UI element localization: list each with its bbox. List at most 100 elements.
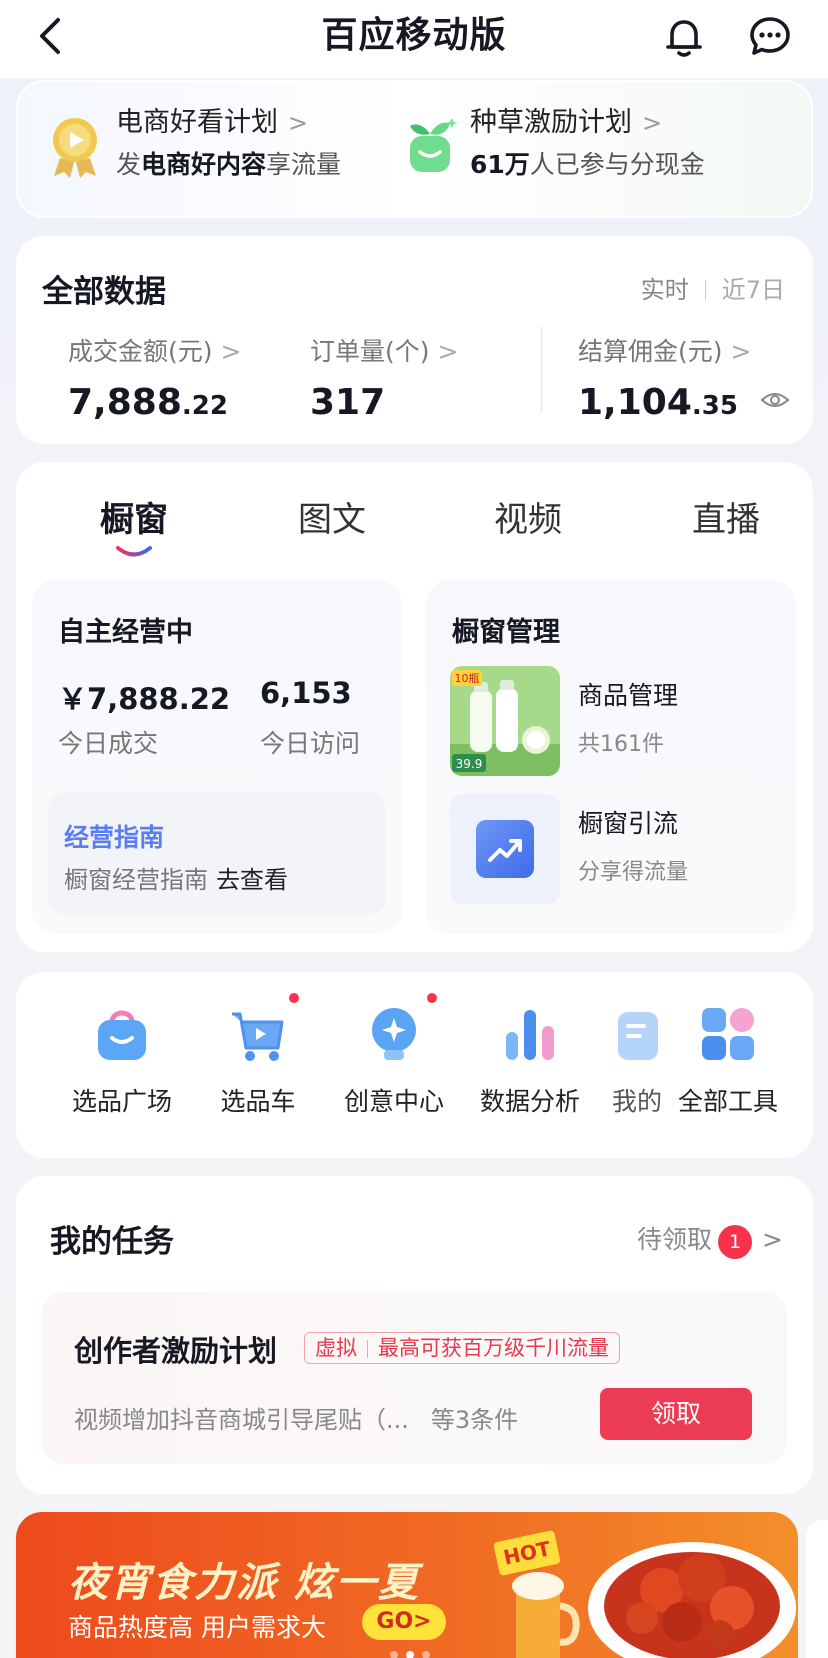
promo-left-sub-bold: 电商好内容 (141, 150, 267, 179)
metric-orders[interactable]: 订单量(个) > 317 (310, 332, 458, 423)
manage-item-traffic-sub: 分享得流量 (578, 860, 689, 885)
beer-mug-icon (512, 1572, 580, 1658)
today-visits-label: 今日访问 (260, 729, 361, 758)
guide-title: 经营指南 (64, 823, 165, 852)
showcase-panel: 橱窗 图文 视频 直播 自主经营中 ￥7,888.22 今日成交 6,153 今… (16, 462, 813, 952)
my-tasks-panel: 我的任务 待领取 1 > 创作者激励计划 虚拟 最高可获百万级千川流量 视频增加抖音商… (16, 1176, 813, 1494)
operation-guide[interactable]: 经营指南 橱窗经营指南 去查看 (48, 792, 386, 916)
chevron-right-icon: > (642, 109, 663, 137)
pending-count-badge: 1 (718, 1225, 753, 1259)
range-realtime-tab[interactable]: 实时 (641, 276, 689, 304)
carousel-pager (386, 1644, 434, 1658)
tool-data-analysis[interactable]: 数据分析 (468, 1002, 592, 1118)
range-7d-tab[interactable]: 近7日 (722, 276, 785, 304)
product-badge: 10瓶 (455, 671, 480, 685)
manage-item-traffic-title[interactable]: 橱窗引流 (578, 804, 678, 840)
traffic-tile[interactable] (450, 794, 560, 904)
tool-all-tools[interactable]: 全部工具 (666, 1002, 790, 1118)
ad-subtitle: 商品热度高 用户需求大 (68, 1613, 326, 1642)
tab-showcase[interactable]: 橱窗 (54, 492, 214, 559)
tool-label: 数据分析 (479, 1087, 580, 1116)
metric-gmv-label: 成交金额(元) (68, 337, 213, 366)
showcase-manage-title: 橱窗管理 (452, 617, 560, 648)
tools-row: 选品广场 选品车 创意中心 数据分析 我的 全部工具 (16, 972, 813, 1158)
ad-go-button[interactable]: GO> (362, 1604, 446, 1640)
product-price: 39.9 (456, 757, 483, 771)
metric-gmv[interactable]: 成交金额(元) > 7,888.22 (68, 332, 241, 423)
all-data-title: 全部数据 (42, 274, 166, 310)
tab-image-text-label: 图文 (298, 500, 366, 540)
self-operation-title: 自主经营中 (58, 617, 193, 648)
metric-orders-label: 订单量(个) (310, 337, 430, 366)
tool-label: 全部工具 (677, 1087, 778, 1116)
tool-label: 选品车 (220, 1087, 296, 1116)
ad-headline: 夜宵食力派 炫一夏 (68, 1560, 420, 1606)
task-desc: 视频增加抖音商城引导尾贴（... (74, 1406, 409, 1434)
task-conditions: 等3条件 (430, 1406, 519, 1434)
content-tabs: 橱窗 图文 视频 直播 (16, 492, 813, 562)
task-tag-reward: 最高可获百万级千川流量 (378, 1336, 609, 1360)
tab-showcase-label: 橱窗 (100, 500, 168, 540)
gold-medal-icon (53, 118, 97, 178)
crayfish-plate-icon (588, 1542, 796, 1658)
tab-image-text[interactable]: 图文 (252, 492, 412, 541)
promo-ad-banner[interactable]: 夜宵食力派 炫一夏 商品热度高 用户需求大 GO> HOT (16, 1512, 798, 1658)
ecommerce-content-plan[interactable]: 电商好看计划 > 发电商好内容享流量 (18, 82, 398, 216)
document-icon (618, 1012, 658, 1060)
promo-right-sub-bold: 61万 (470, 150, 530, 179)
metric-commission-label: 结算佣金(元) (578, 337, 723, 366)
chevron-right-icon: > (762, 1225, 783, 1254)
product-thumbnail[interactable]: 10瓶 39.9 (450, 666, 560, 776)
divider (541, 326, 542, 412)
tab-video-label: 视频 (494, 500, 562, 540)
task-tag-virtual: 虚拟 (315, 1336, 357, 1360)
claim-button[interactable]: 领取 (600, 1388, 752, 1440)
chevron-right-icon: > (220, 337, 242, 366)
self-operation-card: 自主经营中 ￥7,888.22 今日成交 6,153 今日访问 经营指南 橱窗经… (32, 580, 402, 934)
chevron-right-icon: > (437, 337, 459, 366)
tab-live[interactable]: 直播 (646, 492, 806, 541)
tool-creative-center[interactable]: 创意中心 (332, 993, 456, 1118)
tasks-title: 我的任务 (50, 1224, 174, 1260)
green-plant-pot-icon (410, 118, 458, 172)
lightbulb-icon (372, 993, 437, 1060)
tool-product-cart[interactable]: 选品车 (196, 993, 320, 1118)
promo-left-sub-post: 享流量 (266, 150, 342, 179)
chevron-right-icon: > (288, 109, 309, 137)
task-card: 创作者激励计划 虚拟 最高可获百万级千川流量 视频增加抖音商城引导尾贴（... 等3… (42, 1292, 787, 1464)
eye-icon[interactable] (760, 390, 790, 410)
guide-link[interactable]: 去查看 (216, 866, 288, 894)
showcase-manage-card: 橱窗管理 10瓶 39.9 商品管理 共161件 橱窗引流 分享得流量 (426, 580, 796, 934)
pending-label: 待领取 (637, 1225, 713, 1254)
time-range-switch: 实时 近7日 (641, 270, 785, 305)
tool-mine-partial[interactable]: 我的 (606, 992, 670, 1142)
metric-commission-int: 1,104 (578, 382, 692, 423)
manage-item-goods-title[interactable]: 商品管理 (578, 676, 678, 712)
tool-label: 我的 (612, 1087, 663, 1116)
top-nav-bar: 百应移动版 (0, 0, 828, 78)
active-tab-indicator (116, 546, 152, 557)
today-visits-value: 6,153 (260, 676, 352, 710)
promo-banner: 电商好看计划 > 发电商好内容享流量 种草激励计划 > 61万人已参与分现金 (16, 80, 813, 218)
bell-icon[interactable] (660, 13, 708, 61)
seeding-incentive-plan[interactable]: 种草激励计划 > 61万人已参与分现金 (398, 82, 811, 216)
manage-item-goods-sub: 共161件 (578, 732, 664, 757)
bar-chart-icon (506, 1010, 554, 1060)
promo-right-sub-post: 人已参与分现金 (529, 150, 705, 179)
promo-right-title: 种草激励计划 (470, 107, 632, 138)
today-sales-value: ￥7,888.22 (58, 682, 231, 716)
task-tags: 虚拟 最高可获百万级千川流量 (304, 1332, 620, 1364)
tool-product-square[interactable]: 选品广场 (60, 1002, 184, 1118)
pending-claim-link[interactable]: 待领取 1 > (637, 1220, 783, 1259)
message-bubble-icon[interactable] (746, 13, 794, 61)
trend-up-icon (476, 820, 534, 878)
metric-commission[interactable]: 结算佣金(元) > 1,104.35 (578, 332, 790, 423)
tool-label: 选品广场 (71, 1087, 172, 1116)
grid-icon (702, 1008, 754, 1060)
metric-orders-int: 317 (310, 382, 386, 423)
cart-icon (232, 993, 299, 1061)
metric-gmv-dec: .22 (181, 391, 228, 421)
promo-left-title: 电商好看计划 (116, 107, 278, 138)
tool-label: 创意中心 (343, 1087, 444, 1116)
tab-video[interactable]: 视频 (448, 492, 608, 541)
